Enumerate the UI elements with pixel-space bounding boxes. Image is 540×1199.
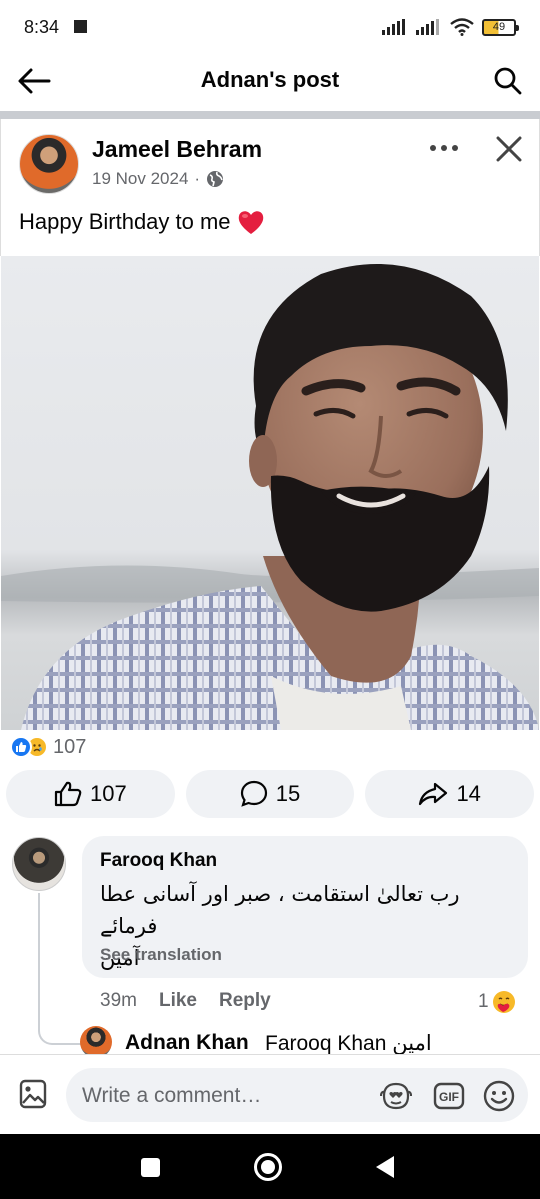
meta-separator: · xyxy=(194,169,201,188)
section-divider xyxy=(0,111,540,119)
comment-reaction-count: 1 xyxy=(478,991,489,1012)
post-date[interactable]: 19 Nov 2024 xyxy=(92,169,188,189)
comment-time: 39m xyxy=(100,990,137,1011)
emoji-icon[interactable] xyxy=(482,1079,516,1113)
system-nav-bar xyxy=(0,1134,540,1199)
like-count: 107 xyxy=(89,781,127,806)
heart-emoji-icon xyxy=(238,211,263,234)
post-photo[interactable] xyxy=(1,256,539,730)
post-meta: 19 Nov 2024 · xyxy=(92,169,224,189)
post-caption: Happy Birthday to me xyxy=(19,209,231,234)
commenter-avatar[interactable] xyxy=(12,837,66,891)
photo-icon[interactable] xyxy=(18,1079,48,1109)
reaction-count: 107 xyxy=(53,735,87,758)
post-actions: 107 15 14 xyxy=(6,770,535,818)
system-back-icon[interactable] xyxy=(376,1156,394,1178)
close-icon[interactable] xyxy=(491,131,527,167)
status-time: 8:34 xyxy=(24,17,60,37)
reply-mention[interactable]: Farooq Khan xyxy=(265,1032,386,1055)
globe-icon xyxy=(207,171,224,187)
author-avatar[interactable] xyxy=(19,134,79,194)
comment-input-placeholder: Write a comment… xyxy=(82,1084,262,1107)
thumbs-up-icon xyxy=(54,781,82,807)
top-bar: Adnan's post xyxy=(0,56,540,106)
comment-text-line1: رب تعالیٰ استقامت ، صبر اور آسانی عطا فر… xyxy=(100,882,460,938)
post-header: Jameel Behram 19 Nov 2024 · Happy Birthd… xyxy=(0,119,540,256)
comment-reply-button[interactable]: Reply xyxy=(219,990,271,1012)
notification-icon xyxy=(74,20,87,33)
care-reaction-icon xyxy=(492,991,515,1013)
avatar-sticker-icon[interactable] xyxy=(380,1081,412,1111)
battery-icon: 49 xyxy=(482,18,519,36)
page-title: Adnan's post xyxy=(200,67,340,92)
comment-bubble[interactable]: Farooq Khan رب تعالیٰ استقامت ، صبر اور … xyxy=(82,836,528,978)
status-bar: 8:34 49 xyxy=(0,0,540,56)
like-button[interactable]: 107 xyxy=(6,770,175,818)
comment-composer: Write a comment… GIF xyxy=(0,1054,540,1134)
comment-reactions[interactable]: 1 xyxy=(478,991,515,1013)
post-text: Happy Birthday to me xyxy=(19,209,265,235)
recents-icon[interactable] xyxy=(141,1158,160,1177)
reply-author[interactable]: Adnan Khan xyxy=(125,1031,249,1055)
comment-author[interactable]: Farooq Khan xyxy=(100,850,217,872)
share-button[interactable]: 14 xyxy=(365,770,535,818)
signal-icon xyxy=(382,19,405,35)
battery-level: 49 xyxy=(492,21,506,33)
comment-button[interactable]: 15 xyxy=(185,770,355,818)
wifi-icon xyxy=(450,18,474,36)
status-icons: 49 xyxy=(382,16,519,38)
comment-bubble-icon xyxy=(240,780,267,807)
like-reaction-icon xyxy=(10,736,32,758)
svg-text:GIF: GIF xyxy=(439,1090,459,1104)
home-icon[interactable] xyxy=(254,1153,282,1181)
see-translation-link[interactable]: See translation xyxy=(100,945,222,965)
gif-icon[interactable]: GIF xyxy=(433,1081,465,1111)
portrait-image xyxy=(1,256,539,730)
post-author-name[interactable]: Jameel Behram xyxy=(92,136,262,163)
comment-count: 15 xyxy=(275,781,301,806)
reply-thread-line xyxy=(38,893,86,1045)
share-arrow-icon xyxy=(419,782,448,806)
more-options-icon[interactable] xyxy=(427,136,461,160)
reply-body: امین xyxy=(392,1032,432,1055)
reply-text: Farooq Khan امین xyxy=(265,1031,432,1056)
comment-meta: 39m Like Reply xyxy=(100,990,271,1012)
comment-like-button[interactable]: Like xyxy=(159,990,197,1012)
reaction-summary[interactable]: 107 xyxy=(10,735,86,759)
signal-2-icon xyxy=(416,19,439,35)
search-icon[interactable] xyxy=(490,64,526,98)
share-count: 14 xyxy=(456,781,481,806)
